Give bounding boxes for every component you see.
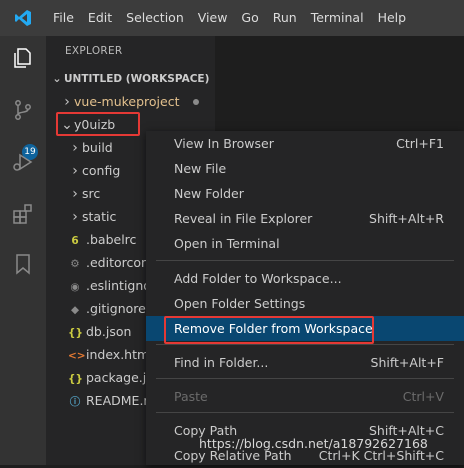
tree-item-label: static xyxy=(82,209,117,224)
chevron-right-icon: › xyxy=(72,140,78,156)
context-menu-shortcut: Shift+Alt+R xyxy=(369,211,444,226)
context-menu-label: Reveal in File Explorer xyxy=(174,211,313,226)
tree-item-label: .babelrc xyxy=(86,232,137,247)
vscode-logo-icon xyxy=(0,9,46,27)
tree-item-label: config xyxy=(82,163,121,178)
chevron-right-icon: › xyxy=(72,163,78,179)
html-icon: <> xyxy=(68,350,86,362)
context-menu-label: Find in Folder... xyxy=(174,355,269,370)
context-menu-item[interactable]: Open in Terminal xyxy=(146,231,464,256)
context-menu-label: New File xyxy=(174,161,227,176)
title-bar: File Edit Selection View Go Run Terminal Help xyxy=(0,0,464,36)
babel-icon: 6 xyxy=(71,235,79,247)
annotation-box-folder xyxy=(56,112,140,136)
menu-separator xyxy=(156,412,454,413)
tree-item-label: .gitignore xyxy=(86,301,146,316)
context-menu-item[interactable]: New Folder xyxy=(146,181,464,206)
eslint-icon: ◉ xyxy=(70,281,80,293)
gear-icon: ⚙ xyxy=(70,258,80,270)
menu-separator xyxy=(156,378,454,379)
context-menu-item[interactable]: View In Browser Ctrl+F1 xyxy=(146,131,464,156)
annotation-box-remove xyxy=(164,316,374,344)
context-menu-item[interactable]: Add Folder to Workspace... xyxy=(146,266,464,291)
menu-help[interactable]: Help xyxy=(371,0,414,36)
menu-file[interactable]: File xyxy=(46,0,81,36)
workspace-title: UNTITLED (WORKSPACE) xyxy=(64,73,210,85)
git-icon: ◆ xyxy=(70,304,80,316)
chevron-right-icon: › xyxy=(64,94,70,110)
context-menu-label: Paste xyxy=(174,389,208,404)
chevron-right-icon: › xyxy=(72,186,78,202)
bookmark-icon[interactable] xyxy=(7,248,39,280)
context-menu-shortcut: Ctrl+F1 xyxy=(396,136,444,151)
json-icon: {} xyxy=(68,373,83,385)
tree-item-label: index.html xyxy=(86,347,153,362)
menu-go[interactable]: Go xyxy=(234,0,265,36)
chevron-right-icon: › xyxy=(72,209,78,225)
menu-edit[interactable]: Edit xyxy=(81,0,119,36)
explorer-icon[interactable] xyxy=(7,42,39,74)
menu-view[interactable]: View xyxy=(191,0,235,36)
workspace-header[interactable]: ⌄ UNTITLED (WORKSPACE) xyxy=(46,68,215,90)
menu-run[interactable]: Run xyxy=(266,0,304,36)
tree-item-label: db.json xyxy=(86,324,132,339)
context-menu-label: Add Folder to Workspace... xyxy=(174,271,342,286)
json-icon: {} xyxy=(68,327,83,339)
context-menu-shortcut: Ctrl+V xyxy=(402,389,444,404)
context-menu-item[interactable]: Open Folder Settings xyxy=(146,291,464,316)
context-menu: View In Browser Ctrl+F1 New File New Folder… xyxy=(146,131,464,465)
modified-dot-icon xyxy=(193,99,199,105)
tree-folder[interactable]: › vue-mukeproject xyxy=(46,91,215,113)
context-menu-item[interactable]: Reveal in File Explorer Shift+Alt+R xyxy=(146,206,464,231)
tree-item-label: build xyxy=(82,140,113,155)
info-icon: ⓘ xyxy=(69,396,81,408)
context-menu-label: Open in Terminal xyxy=(174,236,280,251)
context-menu-label: New Folder xyxy=(174,186,244,201)
menu-separator xyxy=(156,344,454,345)
menu-selection[interactable]: Selection xyxy=(119,0,191,36)
activity-bar: 19 xyxy=(0,36,46,465)
context-menu-item[interactable]: New File xyxy=(146,156,464,181)
context-menu-item: Paste Ctrl+V xyxy=(146,384,464,409)
run-debug-icon[interactable] xyxy=(7,146,39,178)
source-control-icon[interactable] xyxy=(7,94,39,126)
context-menu-label: Open Folder Settings xyxy=(174,296,306,311)
context-menu-shortcut: Shift+Alt+F xyxy=(370,355,444,370)
chevron-down-icon: ⌄ xyxy=(52,72,62,85)
menu-separator xyxy=(156,260,454,261)
extensions-icon[interactable] xyxy=(7,198,39,230)
tree-item-label: src xyxy=(82,186,101,201)
menu-terminal[interactable]: Terminal xyxy=(304,0,371,36)
tree-item-label: vue-mukeproject xyxy=(74,94,180,109)
watermark-text: https://blog.csdn.net/a18792627168 xyxy=(199,436,428,451)
context-menu-label: View In Browser xyxy=(174,136,274,151)
context-menu-item[interactable]: Find in Folder... Shift+Alt+F xyxy=(146,350,464,375)
sidebar-title: EXPLORER xyxy=(65,45,123,57)
